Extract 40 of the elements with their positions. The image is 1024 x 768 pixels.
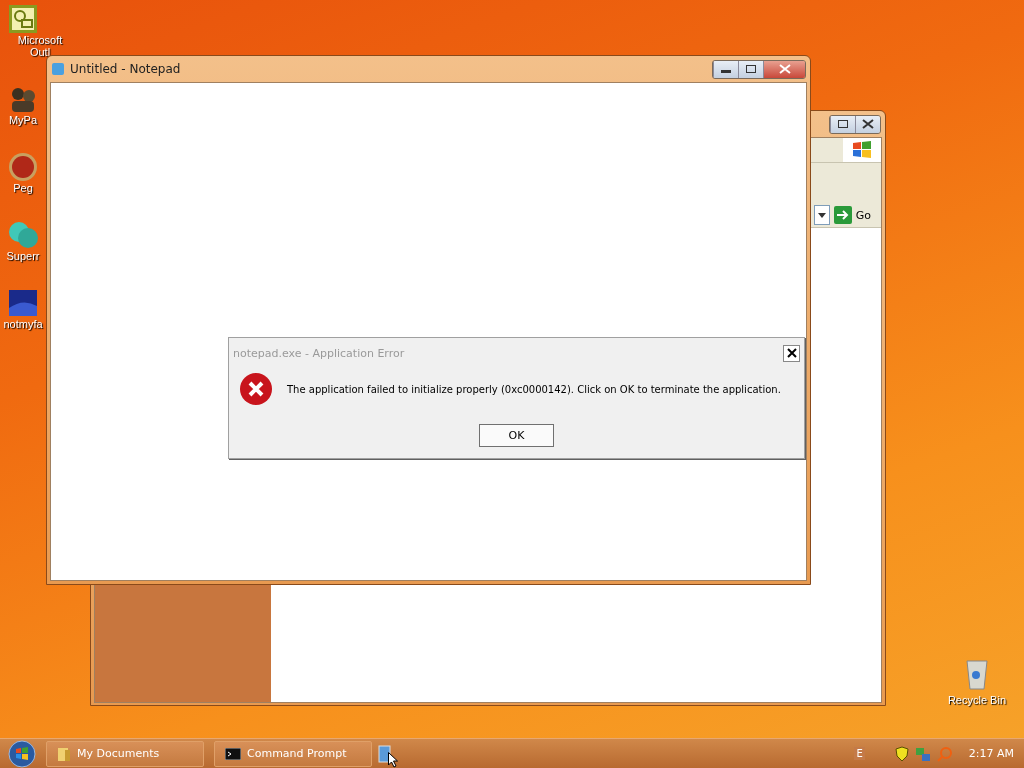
cursor-icon [388,751,398,768]
taskbar-button[interactable]: My Documents [46,740,204,767]
windows-flag-icon [852,141,872,159]
dialog-title: notepad.exe - Application Error [233,346,406,360]
ball-icon [8,152,38,182]
screen-icon [8,288,38,318]
maximize-icon [838,120,848,128]
folder-icon [57,745,71,762]
console-icon [225,747,241,760]
maximize-button[interactable] [830,115,855,133]
desktop-icon-label[interactable]: Microsoft Outl [10,34,70,58]
notepad-icon [51,62,65,76]
trash-can-icon [964,658,989,690]
clock[interactable]: 2:17 AM [968,747,1014,760]
bubble-icon [8,220,38,250]
close-icon [778,64,791,74]
caret-icon [817,212,826,218]
desktop-icon-label[interactable]: Recycle Bin [947,694,1006,706]
ok-button[interactable]: OK [479,424,554,447]
window-title: Untitled - Notepad [70,62,182,76]
shield-icon[interactable] [894,745,909,762]
close-button[interactable] [783,344,800,362]
dropdown-button[interactable] [813,205,830,225]
desktop-icon-label[interactable]: Superr [6,250,40,262]
language-indicator[interactable]: E [854,747,865,760]
minimize-button[interactable] [713,60,738,78]
taskbar-button[interactable]: Command Prompt [214,740,372,767]
error-message: The application failed to initialize properly (0xc0000142). Click on OK to terminate the application. [287,383,781,395]
maximize-button[interactable] [738,60,763,78]
error-icon [239,372,273,406]
close-icon [862,119,874,129]
desktop-icon-label[interactable]: MyPa [8,114,38,126]
start-button[interactable] [8,739,36,768]
desktop-icon-label[interactable]: Peg [13,182,33,194]
maximize-icon [746,65,756,73]
desktop-shortcut-icon[interactable] [378,744,392,763]
close-icon [786,348,797,358]
close-button[interactable] [855,115,880,133]
desktop-icon-label[interactable]: notmyfa [3,318,43,330]
calendar-icon [8,4,38,34]
